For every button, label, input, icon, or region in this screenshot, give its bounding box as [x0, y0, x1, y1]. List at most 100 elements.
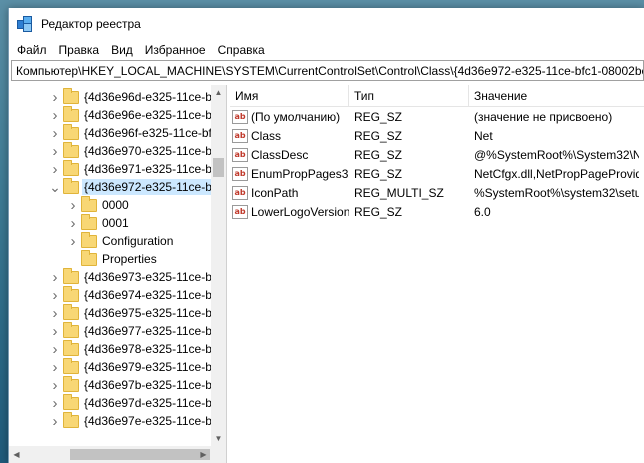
menu-item-1[interactable]: Правка [53, 41, 106, 59]
tree-item[interactable]: › {4d36e970-e325-11ce-bfc1-08002be10318} [9, 141, 226, 160]
value-name: LowerLogoVersion [251, 204, 349, 219]
menu-item-4[interactable]: Справка [212, 41, 271, 59]
chevron-right-icon[interactable]: › [67, 196, 79, 214]
scroll-down-arrow-icon[interactable]: ▼ [211, 431, 226, 446]
value-name-cell: ab Class [230, 126, 349, 145]
tree-horizontal-scrollbar[interactable]: ◀ ▶ [9, 446, 226, 463]
scrollbar-corner [211, 446, 226, 463]
value-row[interactable]: ab LowerLogoVersion REG_SZ 6.0 [230, 202, 644, 221]
folder-icon [81, 249, 97, 266]
tree-item-label: {4d36e979-e325-11ce-bfc1-08002be10318} [84, 360, 226, 374]
tree-item[interactable]: › {4d36e97d-e325-11ce-bfc1-08002be10318} [9, 393, 226, 412]
split-panes: ›{4d36e96d-e325-11ce-bfc1-08002be10318}›… [9, 85, 644, 463]
folder-icon [81, 231, 97, 248]
address-bar[interactable]: Компьютер\HKEY_LOCAL_MACHINE\SYSTEM\Curr… [11, 60, 644, 81]
menu-bar: Файл Правка Вид Избранное Справка [9, 40, 644, 60]
chevron-right-icon[interactable]: › [49, 160, 61, 178]
chevron-right-icon[interactable]: › [67, 232, 79, 250]
tree-item-label: {4d36e978-e325-11ce-bfc1-08002be10318} [84, 342, 226, 356]
chevron-right-icon[interactable]: › [49, 322, 61, 340]
tree-item-label: {4d36e970-e325-11ce-bfc1-08002be10318} [84, 144, 226, 158]
value-name: EnumPropPages32 [251, 166, 349, 181]
tree-item[interactable]: › Configuration [9, 231, 226, 250]
chevron-right-icon[interactable]: › [49, 412, 61, 430]
chevron-right-icon[interactable]: › [49, 376, 61, 394]
chevron-right-icon[interactable]: › [67, 214, 79, 232]
values-list: Имя Тип Значение ab (По умолчанию) REG_SZ(… [227, 85, 644, 463]
tree-item-label: {4d36e97e-e325-11ce-bfc1-08002be10318} [84, 414, 226, 428]
value-name-cell: ab (По умолчанию) [230, 107, 349, 126]
tree-item[interactable]: › {4d36e973-e325-11ce-bfc1-08002be10318} [9, 267, 226, 286]
horizontal-scroll-thumb[interactable] [70, 449, 210, 460]
chevron-right-icon[interactable]: › [49, 268, 61, 286]
tree-item[interactable]: › {4d36e97b-e325-11ce-bfc1-08002be10318} [9, 375, 226, 394]
value-data: 6.0 [474, 204, 491, 219]
tree-item[interactable]: › {4d36e975-e325-11ce-bfc1-08002be10318} [9, 303, 226, 322]
tree-item-label: {4d36e972-e325-11ce-bfc1-08002be10318} [82, 179, 226, 195]
chevron-right-icon[interactable]: › [49, 124, 61, 142]
chevron-right-icon[interactable]: › [49, 106, 61, 124]
value-name-cell: ab IconPath [230, 183, 349, 202]
tree-rows: ›{4d36e96d-e325-11ce-bfc1-08002be10318}›… [9, 87, 226, 430]
scroll-right-arrow-icon[interactable]: ▶ [196, 446, 211, 463]
tree-item-label: {4d36e974-e325-11ce-bfc1-08002be10318} [84, 288, 226, 302]
tree-item[interactable]: › {4d36e974-e325-11ce-bfc1-08002be10318} [9, 285, 226, 304]
column-header-data[interactable]: Значение [469, 85, 639, 107]
folder-icon [63, 321, 79, 338]
tree-item[interactable]: › {4d36e977-e325-11ce-bfc1-08002be10318} [9, 321, 226, 340]
value-name: IconPath [251, 185, 299, 200]
tree-item-label: {4d36e96e-e325-11ce-bfc1-08002be10318} [84, 108, 226, 122]
value-row[interactable]: ab EnumPropPages32 REG_SZ NetCfgx.dll,NetPr… [230, 164, 644, 183]
chevron-right-icon[interactable]: › [49, 286, 61, 304]
chevron-right-icon[interactable]: › [49, 358, 61, 376]
tree-item[interactable]: › {4d36e97e-e325-11ce-bfc1-08002be10318} [9, 411, 226, 430]
menu-item-3[interactable]: Избранное [139, 41, 212, 59]
tree-item-label: {4d36e975-e325-11ce-bfc1-08002be10318} [84, 306, 226, 320]
folder-icon [63, 123, 79, 140]
value-row[interactable]: ab ClassDesc REG_SZ @%SystemRoot%\System32\… [230, 145, 644, 164]
scroll-up-arrow-icon[interactable]: ▲ [211, 85, 226, 100]
tree-vertical-scrollbar[interactable]: ▲ ▼ [211, 85, 226, 446]
column-header-name[interactable]: Имя [230, 85, 349, 107]
chevron-right-icon[interactable]: › [49, 394, 61, 412]
tree-item[interactable]: › {4d36e96f-e325-11ce-bfc1-08002be10318} [9, 123, 226, 142]
menu-item-2[interactable]: Вид [105, 41, 139, 59]
column-header-type[interactable]: Тип [349, 85, 469, 107]
tree-item[interactable]: › {4d36e96e-e325-11ce-bfc1-08002be10318} [9, 105, 226, 124]
tree-item[interactable]: › {4d36e96d-e325-11ce-bfc1-08002be10318} [9, 87, 226, 106]
folder-icon [63, 393, 79, 410]
chevron-down-icon[interactable]: ⌄ [49, 178, 61, 196]
tree-item-label: {4d36e973-e325-11ce-bfc1-08002be10318} [84, 270, 226, 284]
value-rows: ab (По умолчанию) REG_SZ (значение не присв… [230, 107, 644, 221]
value-row[interactable]: ab IconPath REG_MULTI_SZ %SystemRoot%\syste… [230, 183, 644, 202]
title-bar[interactable]: Редактор реестра [9, 8, 644, 40]
chevron-right-icon[interactable]: › [49, 88, 61, 106]
folder-icon [63, 87, 79, 104]
chevron-right-icon[interactable]: › [49, 142, 61, 160]
tree-item[interactable]: Properties [9, 249, 226, 268]
folder-icon [63, 141, 79, 158]
scroll-thumb[interactable] [213, 158, 224, 177]
string-value-icon: ab [232, 147, 248, 162]
value-type: REG_SZ [354, 204, 403, 219]
menu-item-0[interactable]: Файл [11, 41, 53, 59]
tree-item[interactable]: › {4d36e978-e325-11ce-bfc1-08002be10318} [9, 339, 226, 358]
scroll-left-arrow-icon[interactable]: ◀ [9, 446, 24, 463]
window-title: Редактор реестра [41, 17, 141, 31]
tree-item-label: {4d36e97d-e325-11ce-bfc1-08002be10318} [84, 396, 226, 410]
value-data: Net [474, 128, 493, 143]
registry-cubes-icon [17, 16, 33, 32]
value-row[interactable]: ab (По умолчанию) REG_SZ (значение не присв… [230, 107, 644, 126]
folder-icon [63, 285, 79, 302]
tree-item[interactable]: › 0001 [9, 213, 226, 232]
tree-item[interactable]: › {4d36e979-e325-11ce-bfc1-08002be10318} [9, 357, 226, 376]
chevron-right-icon[interactable]: › [49, 304, 61, 322]
chevron-right-icon[interactable]: › [49, 340, 61, 358]
value-type: REG_SZ [354, 166, 403, 181]
value-row[interactable]: ab Class REG_SZ Net [230, 126, 644, 145]
tree-item[interactable]: › 0000 [9, 195, 226, 214]
tree-item[interactable]: › {4d36e971-e325-11ce-bfc1-08002be10318} [9, 159, 226, 178]
tree-item[interactable]: ⌄ {4d36e972-e325-11ce-bfc1-08002be10318} [9, 177, 226, 196]
value-name-cell: ab ClassDesc [230, 145, 349, 164]
